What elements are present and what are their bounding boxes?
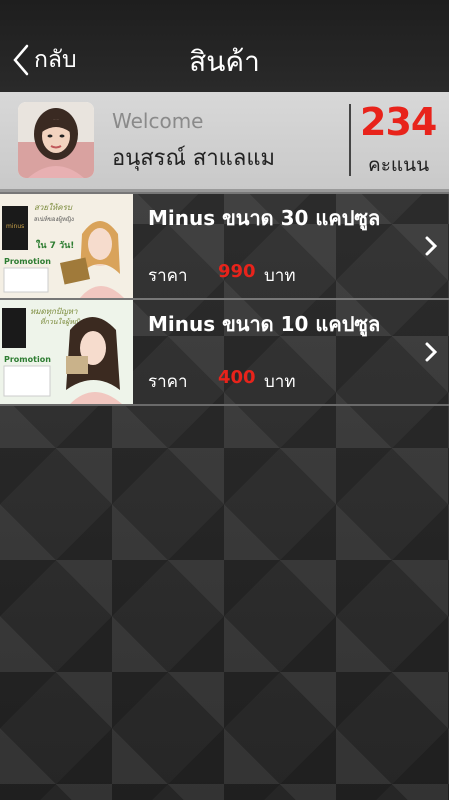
- product-thumbnail: หมดทุกปัญหา ที่กวนใจผู้หญิง Promotion: [0, 300, 133, 404]
- header-bar: กลับ สินค้า: [0, 0, 449, 92]
- currency-label: บาท: [264, 266, 296, 286]
- price-label: ราคา: [148, 372, 188, 392]
- currency-label: บาท: [264, 372, 296, 392]
- avatar[interactable]: [18, 102, 94, 178]
- thumb-promo: Promotion: [4, 257, 51, 266]
- product-name: Minus ขนาด 30 แคปซูล: [148, 206, 381, 230]
- points-label: คะแนน: [368, 154, 430, 176]
- product-name: Minus ขนาด 10 แคปซูล: [148, 312, 381, 336]
- product-price: 990: [218, 261, 256, 282]
- thumb-sub: สเน่ห์ของผู้หญิง: [34, 215, 74, 223]
- thumb-headline: สวยให้ครบ: [34, 202, 73, 212]
- welcome-text: Welcome: [112, 109, 204, 133]
- product-item-10[interactable]: หมดทุกปัญหา ที่กวนใจผู้หญิง Promotion Mi…: [0, 298, 449, 406]
- svg-text:minus: minus: [6, 223, 24, 230]
- user-name: อนุสรณ์ สาแลแม: [112, 146, 276, 171]
- divider: [349, 104, 351, 176]
- product-thumbnail: minus สวยให้ครบ สเน่ห์ของผู้หญิง ใน 7 วั…: [0, 194, 133, 298]
- profile-panel: Welcome อนุสรณ์ สาแลแม 234 คะแนน: [0, 92, 449, 192]
- points-value: 234: [360, 100, 437, 144]
- product-price: 400: [218, 367, 256, 388]
- chevron-right-icon: [425, 342, 437, 362]
- thumb-headline: หมดทุกปัญหา: [30, 307, 78, 317]
- thumb-promo: Promotion: [4, 355, 51, 364]
- chevron-right-icon: [425, 236, 437, 256]
- product-item-30[interactable]: minus สวยให้ครบ สเน่ห์ของผู้หญิง ใน 7 วั…: [0, 192, 449, 300]
- thumb-tag: ใน 7 วัน!: [36, 239, 74, 251]
- page-title: สินค้า: [189, 45, 260, 78]
- price-label: ราคา: [148, 266, 188, 286]
